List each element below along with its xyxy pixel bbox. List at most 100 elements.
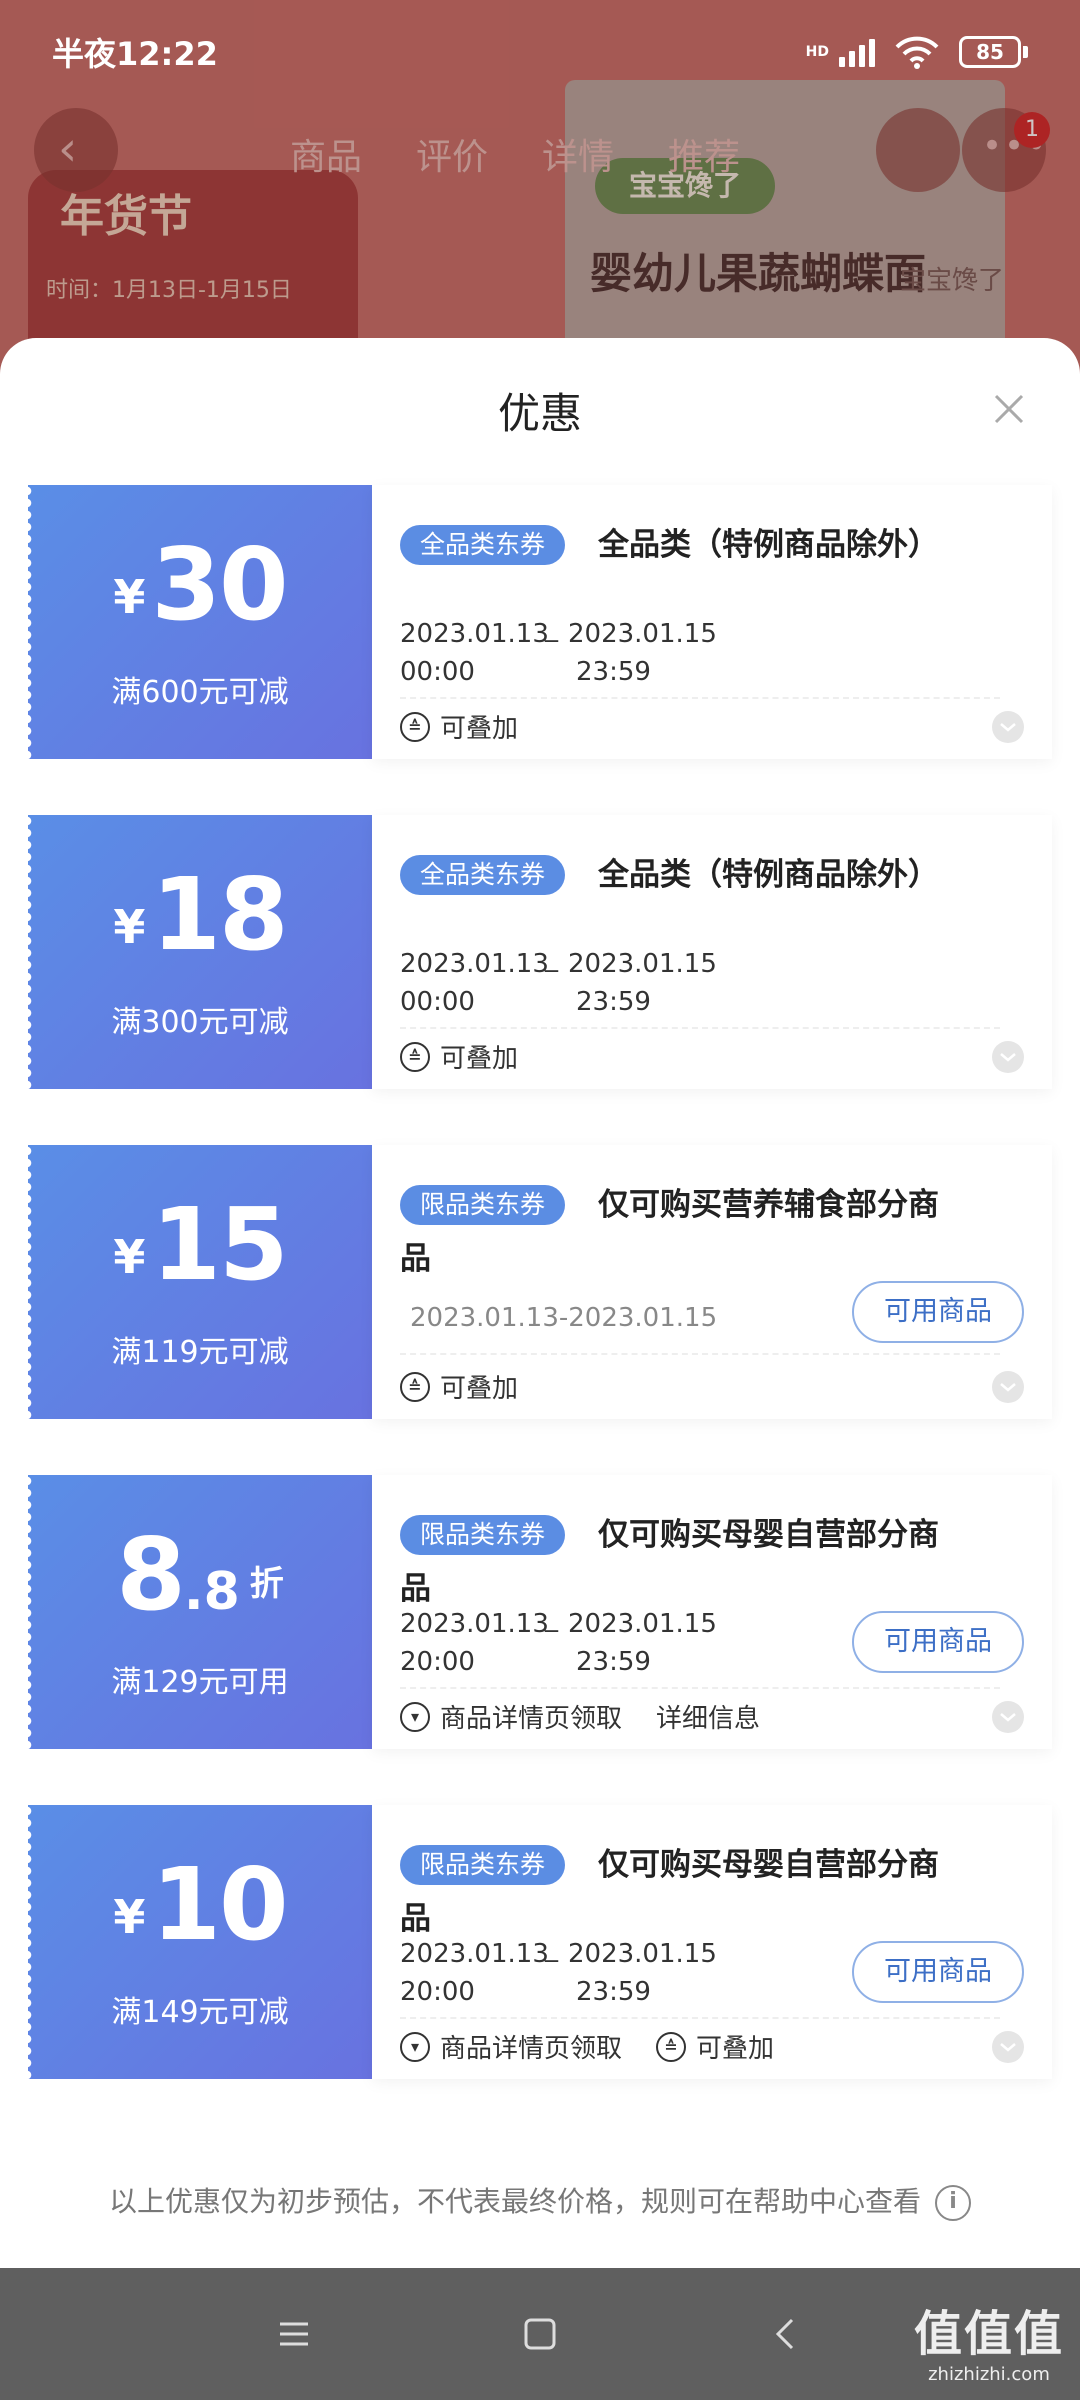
coupon-end-date: 2023.01.15 [568, 949, 717, 979]
divider [400, 1027, 1000, 1029]
discount-unit: 折 [249, 1564, 284, 1604]
coupon-title: 全品类（特例商品除外） [598, 857, 939, 893]
claim-label: 商品详情页领取 [440, 1704, 623, 1734]
coupon-end-date: 2023.01.15 [568, 1609, 717, 1639]
coupon-amount: 30 [151, 526, 288, 643]
back-icon[interactable] [764, 2312, 808, 2356]
currency-symbol: ¥ [113, 1230, 146, 1284]
coupon-condition: 满129元可用 [111, 1665, 289, 1700]
coupon-card[interactable]: 8.8 折 满129元可用 限品类东券 仅可购买母婴自营部分商 品 2023.01… [27, 1475, 1052, 1749]
date-separator: _ [545, 943, 558, 973]
expand-chevron-icon[interactable] [992, 1701, 1024, 1733]
status-icons: HD 85 [806, 35, 1028, 69]
coupon-sheet: 优惠 ¥30 满600元可减 全品类东券 全品类（特例商品除外） 2023.01… [0, 338, 1080, 2268]
date-separator: _ [545, 1603, 558, 1633]
menu-icon[interactable] [272, 2312, 316, 2356]
currency-symbol: ¥ [113, 1890, 146, 1944]
coupon-title-cont: 品 [400, 1571, 431, 1607]
available-products-button[interactable]: 可用商品 [852, 1941, 1024, 2003]
coupon-start-date: 2023.01.13 [400, 949, 549, 979]
coupon-title: 全品类（特例商品除外） [598, 527, 939, 563]
stackable-label: 可叠加 [440, 1044, 519, 1074]
coupon-amount: 18 [151, 856, 288, 973]
coupon-condition: 满600元可减 [111, 675, 289, 710]
coupon-start-date: 2023.01.13 [400, 1609, 549, 1639]
expand-chevron-icon[interactable] [992, 711, 1024, 743]
stackable-label: 可叠加 [440, 714, 519, 744]
stackable-label: 可叠加 [440, 1374, 519, 1404]
hd-label: HD [805, 44, 829, 60]
available-products-button[interactable]: 可用商品 [852, 1281, 1024, 1343]
stackable-icon: ≙ [400, 1371, 430, 1402]
coupon-start-date: 2023.01.13 [400, 619, 549, 649]
stackable-label: 可叠加 [696, 2034, 775, 2064]
stackable-icon: ≙ [656, 2031, 687, 2062]
coupon-value-panel: ¥18 满300元可减 [27, 815, 372, 1089]
divider [400, 1353, 1000, 1355]
coupon-card[interactable]: ¥30 满600元可减 全品类东券 全品类（特例商品除外） 2023.01.13… [27, 485, 1052, 759]
watermark-url: zhizhizhi.com [928, 2364, 1050, 2385]
coupon-title: 仅可购买母婴自营部分商 [598, 1517, 939, 1553]
coupon-start-time: 00:00 [400, 987, 475, 1017]
divider [400, 697, 1000, 699]
expand-chevron-icon[interactable] [992, 1371, 1024, 1403]
coupon-end-time: 23:59 [576, 1977, 651, 2007]
divider [400, 2017, 1000, 2019]
coupon-value-panel: ¥15 满119元可减 [27, 1145, 372, 1419]
coupon-end-date: 2023.01.15 [568, 619, 717, 649]
status-bar: 半夜12:22 HD 85 [0, 0, 1080, 104]
coupon-end-time: 23:59 [576, 657, 651, 687]
coupon-card[interactable]: ¥15 满119元可减 限品类东券 仅可购买营养辅食部分商 品 2023.01.… [27, 1145, 1052, 1419]
expand-chevron-icon[interactable] [992, 1041, 1024, 1073]
system-nav-bar: 值值值 zhizhizhi.com [0, 2268, 1080, 2400]
signal-icon [839, 37, 875, 67]
battery-icon: 85 [959, 36, 1028, 68]
wifi-icon [895, 36, 939, 69]
date-separator: _ [545, 613, 558, 643]
currency-symbol: ¥ [113, 570, 146, 624]
coupon-type-tag: 限品类东券 [400, 1185, 566, 1225]
coupon-title-cont: 品 [400, 1901, 431, 1937]
coupon-condition: 满149元可减 [111, 1995, 289, 2030]
claim-icon: ▾ [400, 2031, 430, 2062]
close-icon[interactable] [986, 386, 1032, 432]
coupon-info-panel: 全品类东券 全品类（特例商品除外） 2023.01.13 00:00 _ 202… [372, 485, 1052, 759]
discount-integer: 8 [116, 1516, 186, 1633]
stackable-icon: ≙ [400, 1041, 430, 1072]
home-icon[interactable] [518, 2312, 562, 2356]
coupon-start-time: 20:00 [400, 1977, 475, 2007]
divider [400, 1687, 1000, 1689]
coupon-card[interactable]: ¥10 满149元可减 限品类东券 仅可购买母婴自营部分商 品 2023.01.… [27, 1805, 1052, 2079]
coupon-date-range: 2023.01.13-2023.01.15 [410, 1303, 718, 1333]
coupon-start-time: 20:00 [400, 1647, 475, 1677]
coupon-info-panel: 限品类东券 仅可购买母婴自营部分商 品 2023.01.13 20:00 _ 2… [372, 1475, 1052, 1749]
status-time: 半夜12:22 [52, 35, 218, 73]
discount-decimal: .8 [183, 1562, 240, 1622]
coupon-value-panel: 8.8 折 满129元可用 [27, 1475, 372, 1749]
disclaimer-note: 以上优惠仅为初步预估，不代表最终价格，规则可在帮助中心查看 i [0, 2180, 1080, 2221]
coupon-card[interactable]: ¥18 满300元可减 全品类东券 全品类（特例商品除外） 2023.01.13… [27, 815, 1052, 1089]
coupon-condition: 满119元可减 [111, 1335, 289, 1370]
detail-info-link[interactable]: 详细信息 [656, 1698, 760, 1735]
claim-label: 商品详情页领取 [440, 2034, 623, 2064]
coupon-type-tag: 全品类东券 [400, 525, 566, 565]
info-icon[interactable]: i [935, 2185, 971, 2221]
coupon-title: 仅可购买母婴自营部分商 [598, 1847, 939, 1883]
coupon-end-time: 23:59 [576, 987, 651, 1017]
coupon-type-tag: 限品类东券 [400, 1845, 566, 1885]
watermark: 值值值 zhizhizhi.com [914, 2294, 1064, 2385]
available-products-button[interactable]: 可用商品 [852, 1611, 1024, 1673]
coupon-info-panel: 全品类东券 全品类（特例商品除外） 2023.01.13 00:00 _ 202… [372, 815, 1052, 1089]
expand-chevron-icon[interactable] [992, 2031, 1024, 2063]
battery-level: 85 [959, 36, 1021, 68]
coupon-end-date: 2023.01.15 [568, 1939, 717, 1969]
date-separator: _ [545, 1933, 558, 1963]
coupon-start-time: 00:00 [400, 657, 475, 687]
currency-symbol: ¥ [113, 900, 146, 954]
coupon-type-tag: 全品类东券 [400, 855, 566, 895]
coupon-info-panel: 限品类东券 仅可购买母婴自营部分商 品 2023.01.13 20:00 _ 2… [372, 1805, 1052, 2079]
coupon-type-tag: 限品类东券 [400, 1515, 566, 1555]
coupon-end-time: 23:59 [576, 1647, 651, 1677]
stackable-icon: ≙ [400, 711, 430, 742]
claim-icon: ▾ [400, 1701, 430, 1732]
